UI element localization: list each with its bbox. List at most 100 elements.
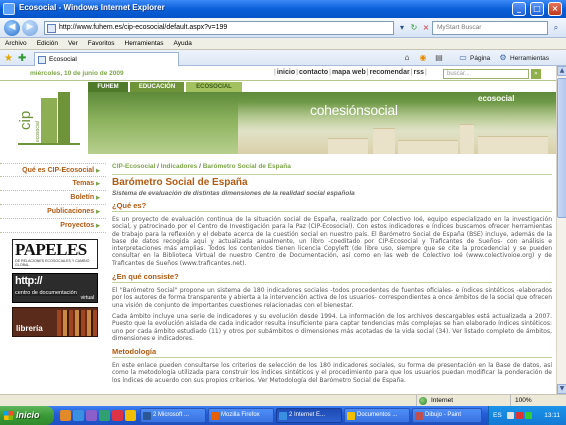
link-contacto[interactable]: contacto (299, 69, 328, 76)
tab-ecosocial[interactable]: Ecosocial (34, 52, 179, 66)
section-heading-metodologia: Metodología (112, 347, 157, 357)
sidebar-item-proyectos[interactable]: Proyectos ▶ (0, 219, 106, 233)
scroll-down-icon[interactable]: ▼ (557, 384, 566, 394)
taskbar-button-microsoft[interactable]: 2 Microsoft ... (140, 408, 206, 423)
forward-button[interactable]: ▶ (22, 20, 38, 36)
minimize-button[interactable]: _ (512, 2, 526, 16)
cdoc-text: centro de documentación (15, 290, 77, 296)
language-indicator[interactable]: ES (493, 406, 502, 425)
link-recomendar[interactable]: recomendar (370, 69, 410, 76)
divider (112, 174, 552, 175)
section-heading-que-es: ¿Qué es? (112, 201, 147, 210)
building-shape (478, 136, 548, 154)
app-icon (143, 412, 151, 420)
taskbar-button-firefox[interactable]: Mozilla Firefox (208, 408, 274, 423)
scroll-thumb[interactable] (557, 78, 566, 218)
quicklaunch-icon[interactable] (86, 410, 97, 421)
logo-subtext: ecosocial (35, 121, 41, 142)
top-links: |inicio|contacto|mapa web|recomendar|rss… (274, 69, 427, 76)
tools-menu-button[interactable]: Herramientas (510, 53, 549, 65)
feeds-icon[interactable]: ◉ (418, 53, 428, 63)
menu-ayuda[interactable]: Ayuda (169, 38, 197, 50)
menu-herramientas[interactable]: Herramientas (120, 38, 169, 50)
taskbar: Inicio 2 Microsoft ... Mozilla Firefox 2… (0, 406, 566, 425)
building-shape (373, 128, 395, 154)
page-menu-button[interactable]: Página (470, 53, 490, 65)
refresh-button[interactable]: ↻ (408, 22, 420, 34)
paragraph: En este enlace pueden consultarse los cr… (112, 362, 552, 384)
browser-search-input[interactable]: MyStart Buscar (432, 21, 548, 35)
link-inicio[interactable]: inicio (277, 69, 295, 76)
sidebar-item-boletin[interactable]: Boletín ▶ (0, 191, 106, 205)
address-field[interactable]: http://www.fuhem.es/cip-ecosocial/defaul… (44, 21, 394, 35)
site-search-button[interactable]: » (531, 69, 541, 79)
nav-tab-fuhem[interactable]: FUHEM (88, 82, 128, 92)
sidebar-item-temas[interactable]: Temas ▶ (0, 177, 106, 191)
menu-edicion[interactable]: Edición (32, 38, 63, 50)
page-scrollbar[interactable]: ▲ ▼ (556, 66, 566, 394)
breadcrumb: CIP-Ecosocial / Indicadores / Barómetro … (112, 163, 552, 173)
quicklaunch-icon[interactable] (73, 410, 84, 421)
search-icon[interactable]: ⌕ (550, 22, 562, 34)
quicklaunch-icon[interactable] (99, 410, 110, 421)
web-page: miércoles, 10 de junio de 2009 |inicio|c… (0, 66, 556, 394)
papeles-title: PAPELES (15, 240, 87, 259)
menu-archivo[interactable]: Archivo (0, 38, 32, 50)
close-button[interactable]: × (548, 2, 562, 16)
task-label: Dibujo - Paint (425, 412, 462, 418)
maximize-button[interactable]: □ (530, 2, 544, 16)
favorites-star-icon[interactable]: ★ (4, 53, 16, 65)
task-label: 2 Internet E... (289, 412, 326, 418)
tab-bar: ★ ✚ Ecosocial ⌂ ◉ ▤ ▭ Página ⚙ Herramien… (0, 50, 566, 66)
start-button[interactable]: Inicio (0, 406, 54, 425)
nav-tab-educacion[interactable]: EDUCACIÓN (130, 82, 184, 92)
dropdown-icon[interactable]: ▾ (396, 22, 408, 34)
add-favorite-icon[interactable]: ✚ (18, 53, 30, 65)
menu-favoritos[interactable]: Favoritos (83, 38, 120, 50)
paragraph: Es un proyecto de evaluación continua de… (112, 216, 552, 267)
link-mapa-web[interactable]: mapa web (332, 69, 366, 76)
taskbar-button-paint[interactable]: Dibujo - Paint (412, 408, 482, 423)
url-text: http://www.fuhem.es/cip-ecosocial/defaul… (59, 24, 228, 31)
sidebar-item-publicaciones[interactable]: Publicaciones ▶ (0, 205, 106, 219)
arrow-right-icon: ▶ (96, 195, 100, 201)
tower-shape (460, 124, 474, 154)
arrow-right-icon: ▶ (96, 168, 100, 174)
scroll-up-icon[interactable]: ▲ (557, 66, 566, 76)
home-icon[interactable]: ⌂ (402, 53, 412, 63)
window-title: Ecosocial - Windows Internet Explorer (19, 3, 165, 12)
tray-icon[interactable] (507, 412, 514, 419)
tray-icon[interactable] (525, 412, 532, 419)
link-rss[interactable]: rss (414, 69, 425, 76)
breadcrumb-indicadores[interactable]: Indicadores (161, 163, 197, 170)
tools-gear-icon[interactable]: ⚙ (498, 53, 508, 63)
quicklaunch-icon[interactable] (125, 410, 136, 421)
banner-brand: ecosocial (478, 94, 515, 103)
taskbar-button-documentos[interactable]: Documentos ... (344, 408, 410, 423)
breadcrumb-cip-ecosocial[interactable]: CIP-Ecosocial (112, 163, 155, 170)
cip-ecosocial-logo[interactable]: cip ecosocial (8, 84, 90, 154)
print-icon[interactable]: ▤ (434, 53, 444, 63)
stop-button[interactable]: × (420, 22, 432, 34)
centro-documentacion-banner[interactable]: http:// centro de documentación virtual (12, 273, 98, 303)
page-menu-icon[interactable]: ▭ (458, 53, 468, 63)
papeles-banner[interactable]: PAPELES DE RELACIONES ECOSOCIALES Y CAMB… (12, 239, 98, 269)
app-icon (211, 412, 219, 420)
zoom-level[interactable]: 100% (510, 395, 532, 406)
tray-icon[interactable] (516, 412, 523, 419)
libreria-banner[interactable]: librería (12, 307, 98, 337)
books-image (57, 310, 97, 336)
quicklaunch-icon[interactable] (60, 410, 71, 421)
main-content: CIP-Ecosocial / Indicadores / Barómetro … (112, 163, 552, 384)
back-button[interactable]: ◀ (4, 20, 20, 36)
banner-title: cohesiónsocial (310, 102, 398, 118)
nav-tab-ecosocial[interactable]: ECOSOCIAL (186, 82, 242, 92)
sidebar-item-label: Publicaciones (47, 208, 95, 215)
taskbar-button-internet-explorer[interactable]: 2 Internet E... (276, 408, 342, 423)
site-search-input[interactable]: buscar... (443, 69, 529, 79)
sidebar-item-que-es[interactable]: Qué es CIP-Ecosocial ▶ (0, 163, 106, 177)
menu-ver[interactable]: Ver (63, 38, 83, 50)
divider (112, 282, 552, 284)
cdoc-virtual: virtual (80, 295, 94, 301)
quicklaunch-icon[interactable] (112, 410, 123, 421)
